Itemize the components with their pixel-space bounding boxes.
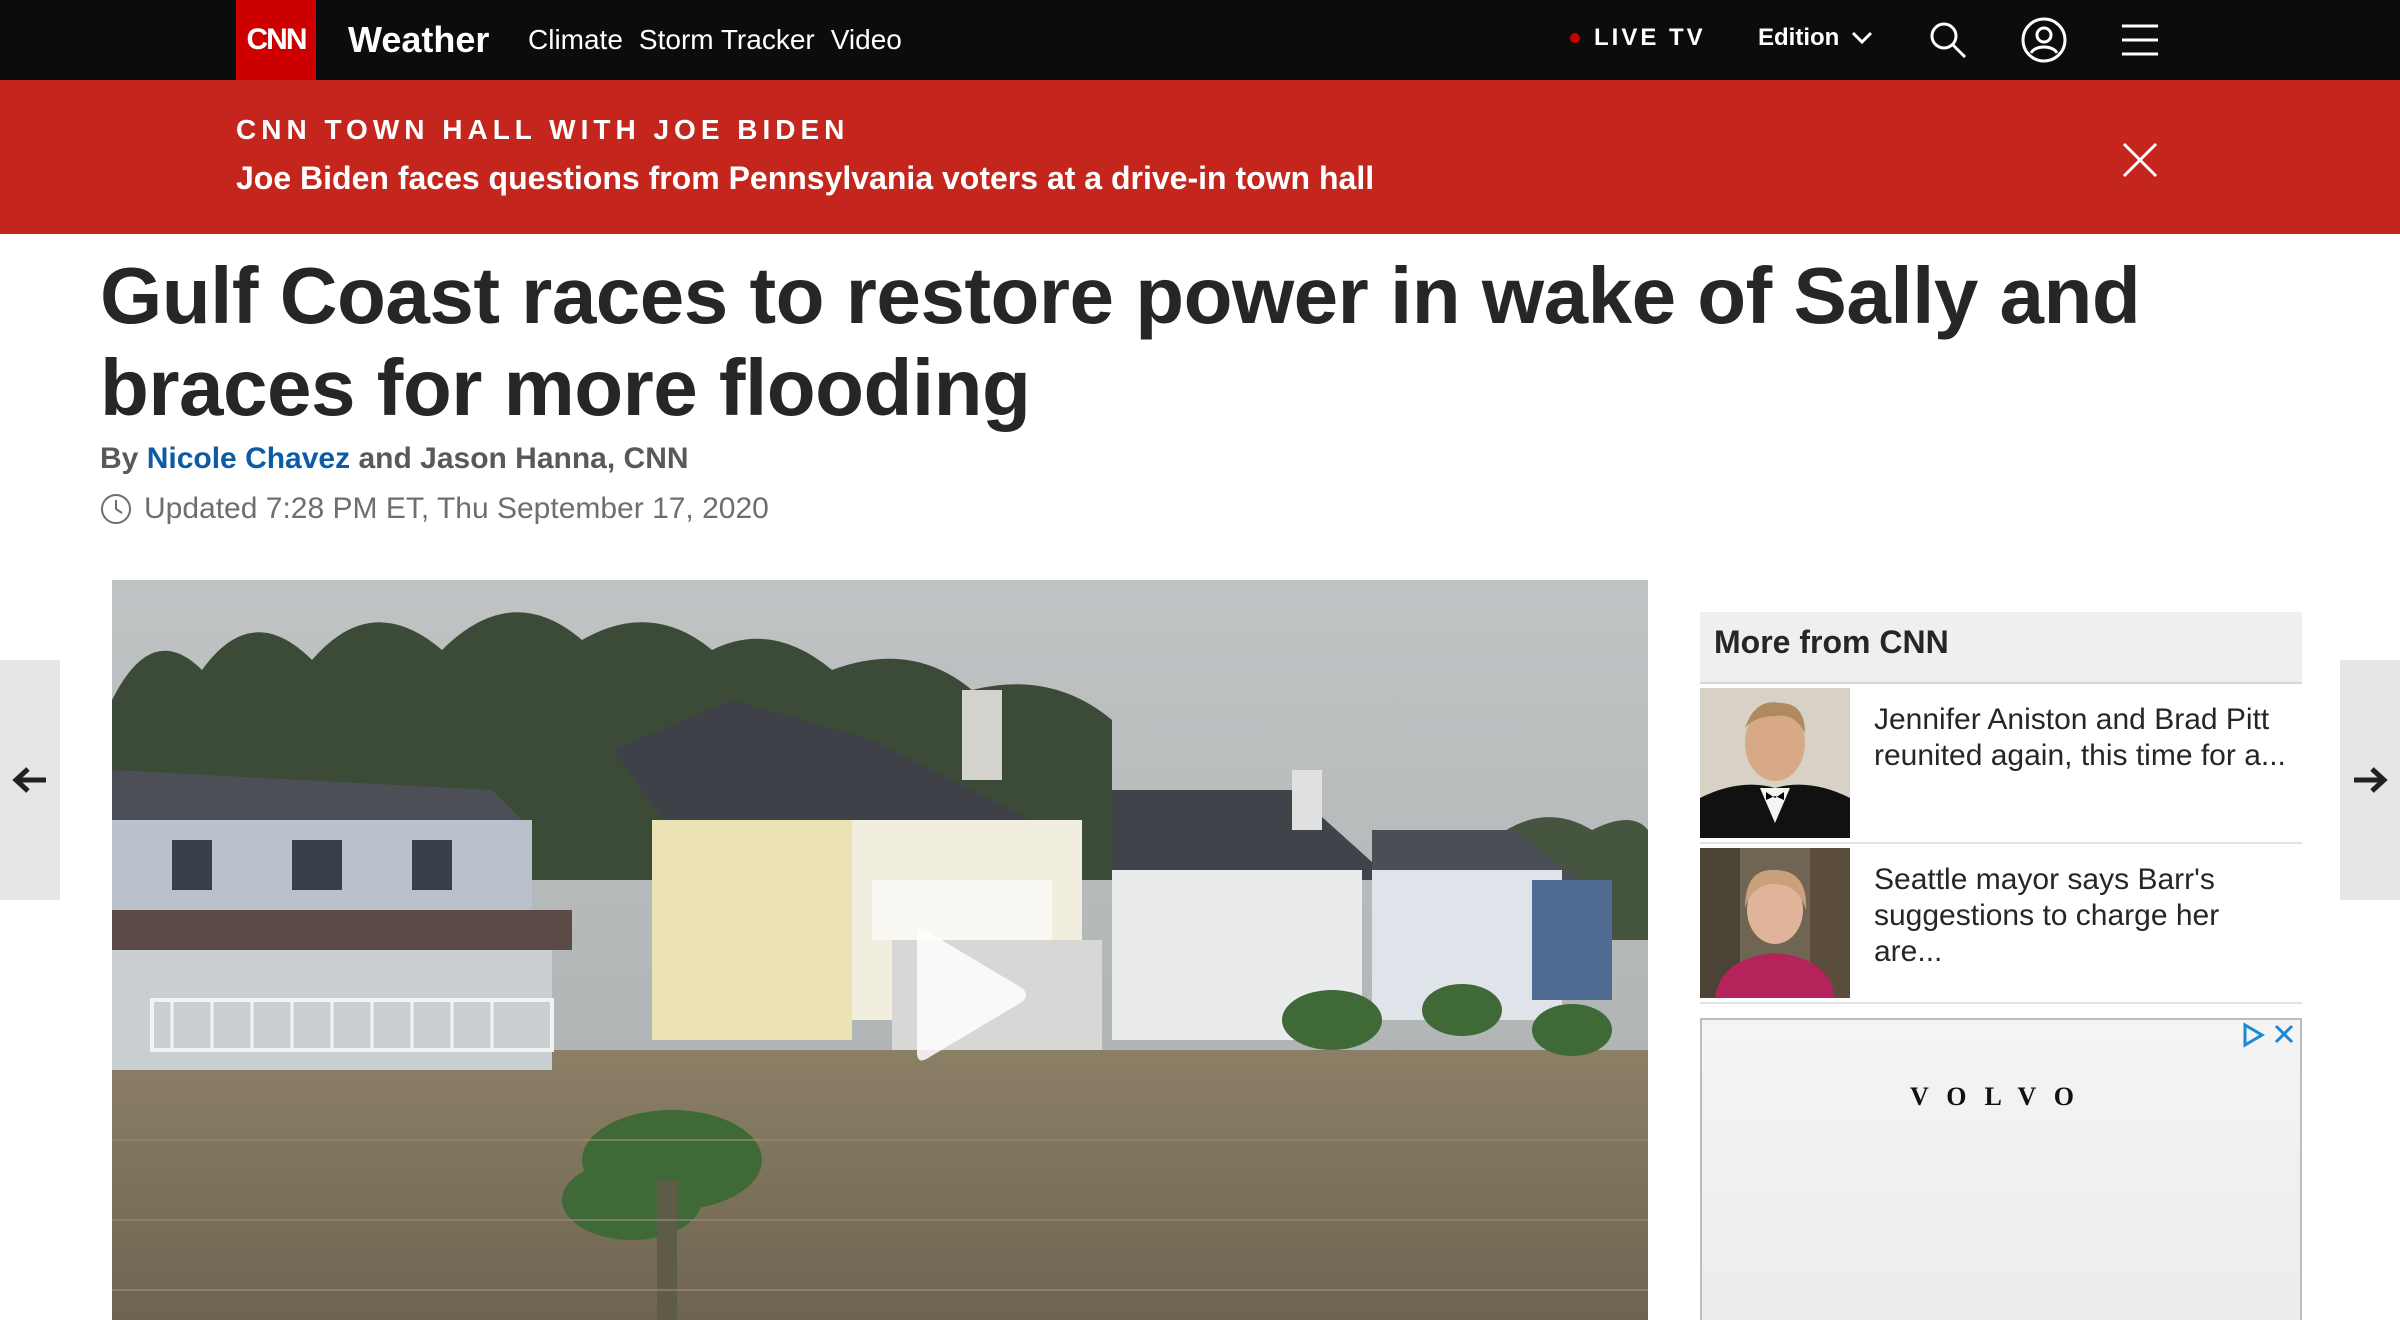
person-tuxedo-photo <box>1700 688 1850 838</box>
banner-headline[interactable]: Joe Biden faces questions from Pennsylva… <box>236 160 1374 197</box>
previous-article-button[interactable] <box>0 660 60 900</box>
advertisement[interactable]: VOLVO <box>1700 1018 2302 1320</box>
video-player[interactable] <box>112 580 1648 1320</box>
next-article-button[interactable] <box>2340 660 2400 900</box>
arrow-right-icon <box>2354 767 2388 793</box>
adchoices-icon[interactable] <box>2240 1022 2266 1048</box>
search-button[interactable] <box>1924 16 1972 64</box>
play-icon[interactable] <box>912 920 1032 1070</box>
nav-link-climate[interactable]: Climate <box>528 22 623 58</box>
hamburger-menu-icon <box>2122 24 2158 56</box>
ad-brand: VOLVO <box>1910 1082 2092 1111</box>
person-interview-photo <box>1700 848 1850 998</box>
search-icon <box>1930 22 1967 59</box>
more-from-cnn: More from CNN Jennifer Aniston and Brad … <box>1700 612 2302 1004</box>
close-icon[interactable] <box>2116 136 2164 184</box>
live-tv-label: LIVE TV <box>1594 24 1706 51</box>
edition-dropdown[interactable]: Edition <box>1758 24 1873 52</box>
section-title[interactable]: Weather <box>348 18 489 62</box>
edition-label: Edition <box>1758 24 1840 51</box>
related-article-title[interactable]: Jennifer Aniston and Brad Pitt reunited … <box>1850 684 2290 842</box>
live-dot-icon <box>1570 33 1580 43</box>
clock-icon <box>101 494 131 524</box>
top-nav: CNN Weather Climate Storm Tracker Video … <box>0 0 2400 80</box>
more-from-cnn-header: More from CNN <box>1700 612 2302 684</box>
byline-suffix: and Jason Hanna, CNN <box>358 442 689 475</box>
nav-link-storm-tracker[interactable]: Storm Tracker <box>639 22 815 58</box>
arrow-left-icon <box>12 767 46 793</box>
breaking-banner[interactable]: CNN TOWN HALL WITH JOE BIDEN Joe Biden f… <box>0 80 2400 234</box>
related-article-item[interactable]: Jennifer Aniston and Brad Pitt reunited … <box>1700 684 2302 844</box>
account-button[interactable] <box>2020 16 2068 64</box>
nav-link-video[interactable]: Video <box>831 22 902 58</box>
chevron-down-icon <box>1852 31 1873 45</box>
updated-timestamp: Updated 7:28 PM ET, Thu September 17, 20… <box>100 492 769 526</box>
ad-choices[interactable] <box>2240 1022 2296 1048</box>
banner-kicker: CNN TOWN HALL WITH JOE BIDEN <box>236 114 850 145</box>
article-title: Gulf Coast races to restore power in wak… <box>100 251 2141 432</box>
menu-button[interactable] <box>2116 16 2164 64</box>
nav-links: Climate Storm Tracker Video <box>528 22 902 58</box>
user-icon <box>2021 17 2067 63</box>
related-article-title[interactable]: Seattle mayor says Barr's suggestions to… <box>1850 844 2290 1002</box>
cnn-logo[interactable]: CNN <box>236 0 316 80</box>
related-article-item[interactable]: Seattle mayor says Barr's suggestions to… <box>1700 844 2302 1004</box>
author-link[interactable]: Nicole Chavez <box>147 442 350 475</box>
byline-prefix: By <box>100 442 139 475</box>
flooded-houses-image <box>112 580 1648 1320</box>
related-article-thumbnail[interactable] <box>1700 688 1850 838</box>
logo-text: CNN <box>246 23 308 56</box>
close-icon[interactable] <box>2272 1022 2296 1046</box>
updated-text: Updated 7:28 PM ET, Thu September 17, 20… <box>144 492 769 525</box>
related-article-thumbnail[interactable] <box>1700 848 1850 998</box>
live-tv-button[interactable]: LIVE TV <box>1570 24 1706 52</box>
byline: By Nicole Chavez and Jason Hanna, CNN <box>100 442 689 476</box>
